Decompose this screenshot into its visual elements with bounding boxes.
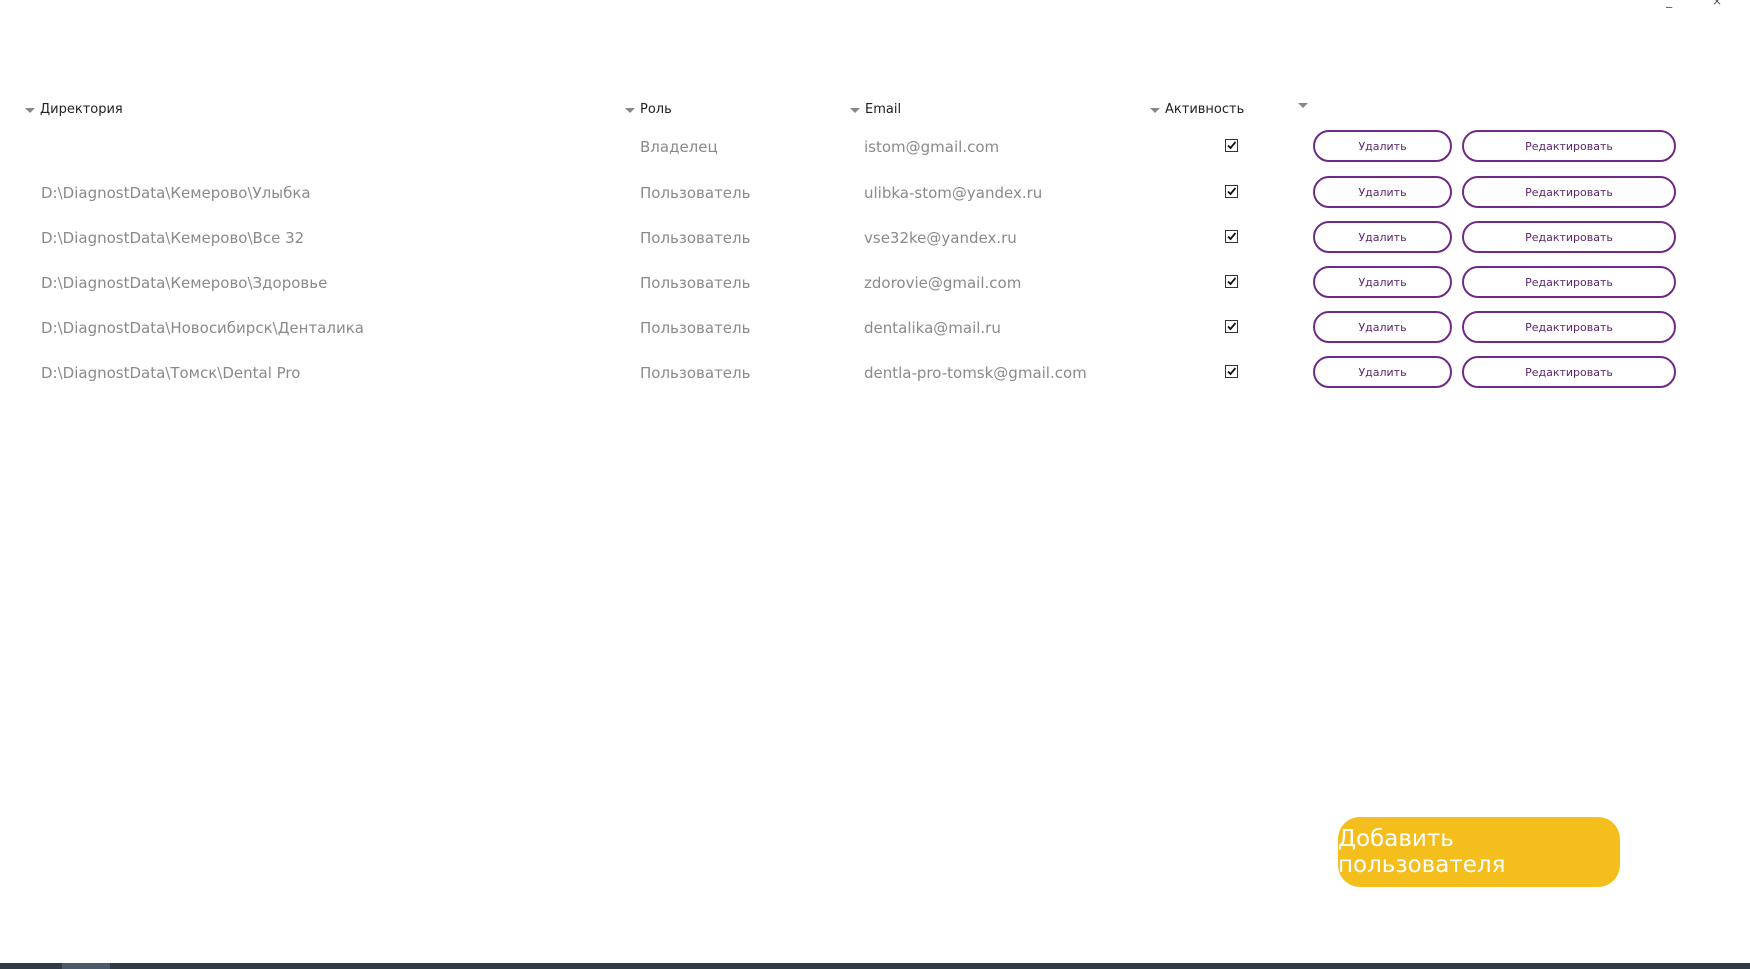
cell-directory: D:\DiagnostData\Кемерово\Все 32: [41, 229, 305, 247]
checkmark-icon: [1227, 187, 1237, 196]
column-header-label: Директория: [40, 102, 123, 117]
table-row: D:\DiagnostData\Новосибирск\Денталика По…: [0, 310, 1750, 346]
column-header-role[interactable]: Роль: [625, 102, 672, 117]
checkmark-icon: [1227, 322, 1237, 331]
checkmark-icon: [1227, 141, 1237, 150]
column-header-activity[interactable]: Активность: [1150, 102, 1244, 117]
edit-button[interactable]: Редактировать: [1462, 266, 1676, 298]
column-header-email[interactable]: Email: [850, 102, 901, 117]
sort-arrow-icon: [25, 107, 35, 113]
column-header-label: Активность: [1165, 102, 1245, 117]
sort-arrow-icon: [850, 107, 860, 113]
sort-arrow-icon: [1298, 103, 1308, 108]
active-checkbox[interactable]: [1225, 320, 1238, 333]
cell-directory: D:\DiagnostData\Новосибирск\Денталика: [41, 319, 364, 337]
table-row: D:\DiagnostData\Томск\Dental Pro Пользов…: [0, 355, 1750, 391]
add-user-button[interactable]: Добавить пользователя: [1338, 817, 1620, 887]
active-checkbox[interactable]: [1225, 365, 1238, 378]
delete-button[interactable]: Удалить: [1313, 130, 1452, 162]
cell-role: Пользователь: [640, 364, 751, 382]
edit-button[interactable]: Редактировать: [1462, 356, 1676, 388]
table-row: Владелец istom@gmail.com Удалить Редакти…: [0, 129, 1750, 165]
active-checkbox[interactable]: [1225, 139, 1238, 152]
taskbar: [0, 963, 1750, 969]
active-checkbox[interactable]: [1225, 185, 1238, 198]
table-row: D:\DiagnostData\Кемерово\Здоровье Пользо…: [0, 265, 1750, 301]
cell-email: dentalika@mail.ru: [864, 319, 1001, 337]
checkmark-icon: [1227, 367, 1237, 376]
column-header-label: Email: [865, 102, 902, 117]
cell-directory: D:\DiagnostData\Томск\Dental Pro: [41, 364, 301, 382]
edit-button[interactable]: Редактировать: [1462, 221, 1676, 253]
delete-button[interactable]: Удалить: [1313, 311, 1452, 343]
delete-button[interactable]: Удалить: [1313, 266, 1452, 298]
edit-button[interactable]: Редактировать: [1462, 311, 1676, 343]
cell-email: ulibka-stom@yandex.ru: [864, 184, 1043, 202]
edit-button[interactable]: Редактировать: [1462, 176, 1676, 208]
cell-email: dentla-pro-tomsk@gmail.com: [864, 364, 1087, 382]
cell-directory: D:\DiagnostData\Кемерово\Здоровье: [41, 274, 328, 292]
delete-button[interactable]: Удалить: [1313, 176, 1452, 208]
column-header-actions[interactable]: [1298, 102, 1313, 108]
column-header-directory[interactable]: Директория: [25, 102, 123, 117]
window-controls[interactable]: _ ×: [1666, 0, 1740, 8]
sort-arrow-icon: [625, 107, 635, 113]
cell-role: Владелец: [640, 138, 718, 156]
active-checkbox[interactable]: [1225, 230, 1238, 243]
cell-role: Пользователь: [640, 319, 751, 337]
table-row: D:\DiagnostData\Кемерово\Все 32 Пользова…: [0, 220, 1750, 256]
column-header-label: Роль: [640, 102, 672, 117]
active-checkbox[interactable]: [1225, 275, 1238, 288]
table-header: Директория Роль Email Активность: [0, 102, 1750, 120]
cell-directory: D:\DiagnostData\Кемерово\Улыбка: [41, 184, 311, 202]
cell-role: Пользователь: [640, 184, 751, 202]
sort-arrow-icon: [1150, 107, 1160, 113]
table-row: D:\DiagnostData\Кемерово\Улыбка Пользова…: [0, 175, 1750, 211]
cell-email: istom@gmail.com: [864, 138, 1000, 156]
taskbar-item[interactable]: [62, 963, 110, 969]
edit-button[interactable]: Редактировать: [1462, 130, 1676, 162]
checkmark-icon: [1227, 277, 1237, 286]
delete-button[interactable]: Удалить: [1313, 221, 1452, 253]
cell-email: vse32ke@yandex.ru: [864, 229, 1017, 247]
delete-button[interactable]: Удалить: [1313, 356, 1452, 388]
cell-role: Пользователь: [640, 229, 751, 247]
checkmark-icon: [1227, 232, 1237, 241]
cell-role: Пользователь: [640, 274, 751, 292]
cell-email: zdorovie@gmail.com: [864, 274, 1022, 292]
